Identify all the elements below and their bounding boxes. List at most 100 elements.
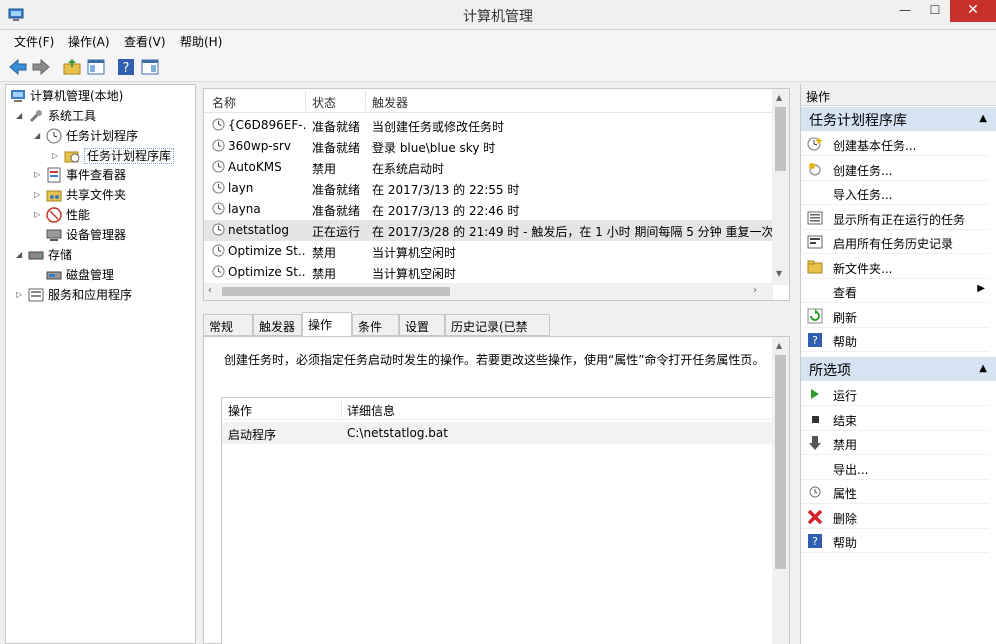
table-row[interactable]: 启动程序 C:\netstatlog.bat <box>222 422 775 444</box>
scroll-up-arrow-icon[interactable]: ▲ <box>776 93 782 102</box>
column-name[interactable]: 名称 <box>212 94 236 111</box>
collapsed-arrow-icon[interactable]: ▷ <box>16 285 28 305</box>
action-refresh[interactable]: 刷新 <box>801 304 989 328</box>
close-button[interactable]: ✕ <box>950 0 996 22</box>
column-action[interactable]: 操作 <box>228 402 252 419</box>
tree-item-performance[interactable]: ▷ 性能 <box>34 205 90 225</box>
clock-icon <box>46 128 62 143</box>
tree-item-computer-management[interactable]: 计算机管理(本地) <box>10 86 123 106</box>
clock-star-icon <box>807 137 823 151</box>
expanded-arrow-icon[interactable]: ◢ <box>16 106 28 126</box>
task-list-header: 名称 状态 触发器 <box>204 89 773 113</box>
folder-clock-icon <box>64 151 80 162</box>
expanded-arrow-icon[interactable]: ◢ <box>16 245 28 265</box>
task-detail-tabs: 常规 触发器 操作 条件 设置 历史记录(已禁用) <box>203 312 790 351</box>
expanded-arrow-icon[interactable]: ◢ <box>34 126 46 146</box>
tab-settings[interactable]: 设置 <box>399 314 445 336</box>
tree-item-services-applications[interactable]: ▷ 服务和应用程序 <box>16 285 132 305</box>
action-create-task[interactable]: 创建任务... <box>801 157 989 181</box>
action-new-folder[interactable]: 新文件夹... <box>801 255 989 279</box>
collapsed-arrow-icon[interactable]: ▷ <box>34 165 46 185</box>
history-icon <box>807 235 823 249</box>
menu-help[interactable]: 帮助(H) <box>180 33 222 50</box>
collapse-arrow-icon[interactable]: ▲ <box>979 113 987 124</box>
actions-tab-panel: 创建任务时，必须指定任务启动时发生的操作。若要更改这些操作，使用“属性”命令打开… <box>203 336 790 644</box>
menu-file[interactable]: 文件(F) <box>14 33 54 50</box>
table-row[interactable]: AutoKMS 禁用 在系统启动时 <box>204 157 773 178</box>
section-selected-item[interactable]: 所选项 ▲ <box>801 357 996 381</box>
action-import-task[interactable]: 导入任务... <box>801 181 989 205</box>
action-run[interactable]: 运行 <box>801 382 989 406</box>
table-row[interactable]: Optimize St... 禁用 当计算机空闲时 <box>204 241 773 262</box>
play-icon <box>811 389 819 399</box>
task-clock-icon <box>212 265 225 278</box>
show-hide-tree-icon[interactable] <box>86 57 106 77</box>
detail-vertical-scrollbar[interactable]: ▲ <box>772 337 789 644</box>
show-action-pane-icon[interactable] <box>140 57 160 77</box>
maximize-button[interactable]: ☐ <box>920 0 950 22</box>
tree-item-task-scheduler[interactable]: ◢ 任务计划程序 <box>34 126 138 146</box>
scroll-right-arrow-icon[interactable]: › <box>753 285 757 296</box>
action-help[interactable]: ? 帮助 <box>801 328 989 352</box>
column-details[interactable]: 详细信息 <box>347 402 395 419</box>
action-help[interactable]: ? 帮助 <box>801 529 989 553</box>
action-end[interactable]: 结束 <box>801 407 989 431</box>
task-list-horizontal-scrollbar[interactable]: ‹ › <box>204 283 773 300</box>
menu-view[interactable]: 查看(V) <box>124 33 166 50</box>
task-trigger: 在 2017/3/28 的 21:49 时 - 触发后，在 1 小时 期间每隔 … <box>372 225 772 239</box>
tree-item-system-tools[interactable]: ◢ 系统工具 <box>16 106 96 126</box>
task-clock-icon <box>212 223 225 236</box>
section-task-scheduler-library[interactable]: 任务计划程序库 ▲ <box>801 107 996 131</box>
scroll-up-arrow-icon[interactable]: ▲ <box>776 341 782 350</box>
task-status: 准备就绪 <box>312 141 361 155</box>
table-row[interactable]: {C6D896EF-... 准备就绪 当创建任务或修改任务时 <box>204 115 773 136</box>
action-properties[interactable]: 属性 <box>801 480 989 504</box>
tree-item-task-scheduler-library[interactable]: ▷ 任务计划程序库 <box>52 146 175 166</box>
task-list-vertical-scrollbar[interactable]: ▲ ▼ <box>772 89 789 285</box>
tab-triggers[interactable]: 触发器 <box>253 314 302 336</box>
tree-item-event-viewer[interactable]: ▷ 事件查看器 <box>34 165 126 185</box>
task-trigger: 当计算机空闲时 <box>372 267 457 281</box>
tree-item-disk-management[interactable]: 磁盘管理 <box>46 265 114 285</box>
action-delete[interactable]: 删除 <box>801 505 989 529</box>
collapse-arrow-icon[interactable]: ▲ <box>979 363 987 374</box>
task-trigger: 当计算机空闲时 <box>372 246 457 260</box>
tree-item-device-manager[interactable]: 设备管理器 <box>46 225 126 245</box>
forward-arrow-icon[interactable] <box>31 57 51 77</box>
table-row[interactable]: Optimize St... 禁用 当计算机空闲时 <box>204 262 773 283</box>
action-export[interactable]: 导出... <box>801 456 989 480</box>
tree-item-shared-folders[interactable]: ▷ 共享文件夹 <box>34 185 126 205</box>
action-display-running-tasks[interactable]: 显示所有正在运行的任务 <box>801 206 989 230</box>
tab-history[interactable]: 历史记录(已禁用) <box>445 314 550 351</box>
tab-conditions[interactable]: 条件 <box>352 314 399 336</box>
action-view[interactable]: 查看 ▶ <box>801 279 989 303</box>
column-status[interactable]: 状态 <box>312 94 336 111</box>
folder-icon <box>807 260 823 273</box>
collapsed-arrow-icon[interactable]: ▷ <box>34 185 46 205</box>
column-trigger[interactable]: 触发器 <box>372 94 408 111</box>
menu-action[interactable]: 操作(A) <box>68 33 110 50</box>
collapsed-arrow-icon[interactable]: ▷ <box>52 146 64 166</box>
action-create-basic-task[interactable]: 创建基本任务... <box>801 132 989 156</box>
action-enable-task-history[interactable]: 启用所有任务历史记录 <box>801 230 989 254</box>
table-row[interactable]: netstatlog 正在运行在 2017/3/28 的 21:49 时 - 触发… <box>204 220 773 241</box>
up-folder-icon[interactable] <box>62 57 82 77</box>
table-row[interactable]: layn 准备就绪在 2017/3/13 的 22:55 时 <box>204 178 773 199</box>
tree-item-storage[interactable]: ◢ 存储 <box>16 245 72 265</box>
back-arrow-icon[interactable] <box>8 57 28 77</box>
action-disable[interactable]: 禁用 <box>801 431 989 455</box>
scroll-left-arrow-icon[interactable]: ‹ <box>208 285 212 296</box>
tab-actions[interactable]: 操作 <box>302 312 352 337</box>
clock-icon <box>809 486 821 498</box>
actions-description: 创建任务时，必须指定任务启动时发生的操作。若要更改这些操作，使用“属性”命令打开… <box>224 353 765 367</box>
help-icon: ? <box>808 534 822 548</box>
scroll-down-arrow-icon[interactable]: ▼ <box>776 269 782 278</box>
actions-pane-title: 操作 <box>801 84 996 106</box>
collapsed-arrow-icon[interactable]: ▷ <box>34 205 46 225</box>
table-row[interactable]: layna 准备就绪在 2017/3/13 的 22:46 时 <box>204 199 773 220</box>
services-icon <box>28 288 44 301</box>
tab-general[interactable]: 常规 <box>203 314 253 336</box>
minimize-button[interactable]: — <box>890 0 920 22</box>
table-row[interactable]: 360wp-srv 准备就绪 登录 blue\blue sky 时 <box>204 136 773 157</box>
help-icon[interactable]: ? <box>116 57 136 77</box>
